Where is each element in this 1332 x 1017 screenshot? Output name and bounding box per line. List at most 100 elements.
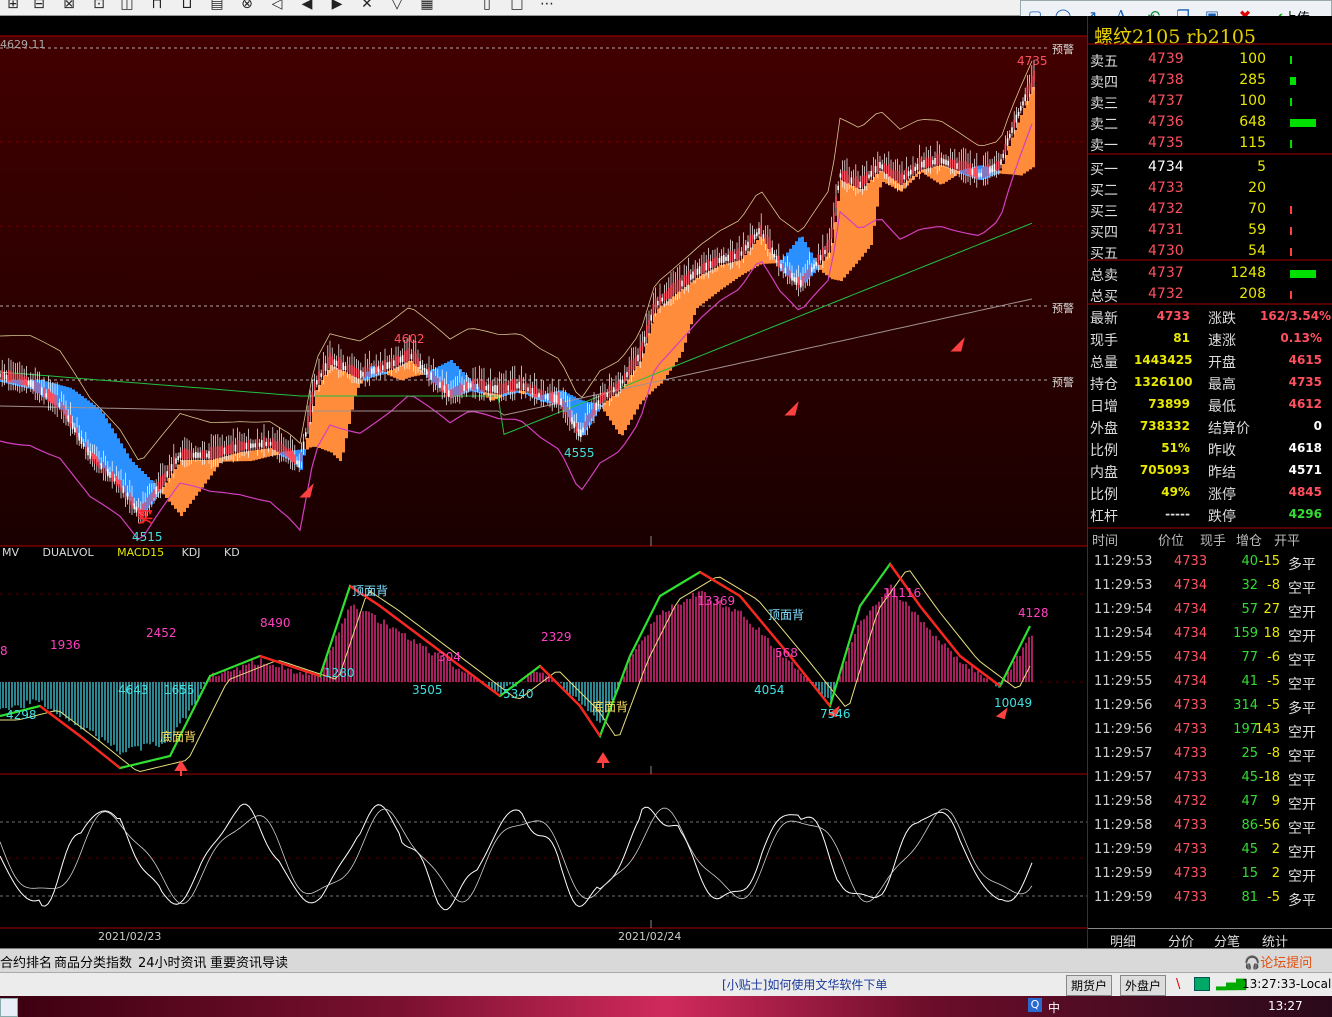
candle-body — [879, 161, 881, 169]
indicator-tab-macd15[interactable]: MACD15 — [117, 546, 164, 559]
candle-body — [892, 170, 894, 179]
indicator-tab-mv[interactable]: MV — [2, 546, 19, 559]
metric-value: 49% — [1161, 485, 1190, 499]
toolbar-icon-17[interactable]: □ — [506, 0, 528, 12]
headset-icon: 🎧 — [1244, 956, 1261, 971]
tab-24h-news[interactable]: 24小时资讯 — [138, 952, 207, 971]
toolbar-icon-11[interactable]: ◀ — [296, 0, 318, 12]
candle-body — [943, 159, 945, 164]
more-icon[interactable]: ⋯ — [536, 0, 558, 12]
indicator-tab-kdj[interactable]: KDJ — [182, 546, 201, 559]
macd-down-segment — [54, 716, 61, 722]
trade-cell: 11:29:57 — [1094, 770, 1153, 785]
book-row[interactable]: 卖四 4738 285 — [1090, 71, 1330, 92]
candle-body — [905, 168, 908, 181]
book-row[interactable]: 总买 4732 208 — [1090, 285, 1330, 306]
book-row[interactable]: 买二 4733 20 — [1090, 179, 1330, 200]
ribbon-segment — [483, 392, 486, 395]
chart-panel[interactable]: 4629.11 预警 预警 预警 4735 4602 4515 4555 买 M… — [0, 16, 1087, 948]
toolbar-icon-12[interactable]: ▶ — [326, 0, 348, 12]
trade-cell: 2 — [1271, 842, 1280, 857]
macd-down-segment — [889, 563, 896, 572]
candle-body — [25, 376, 28, 387]
book-row[interactable]: 卖一 4735 115 — [1090, 134, 1330, 155]
candle-body — [289, 448, 292, 461]
metric-label: 结算价 — [1208, 421, 1250, 437]
book-volume: 1248 — [1230, 265, 1266, 281]
ribbon-segment — [819, 264, 822, 270]
trade-header: 时间 — [1092, 534, 1119, 549]
toolbar-icon-6[interactable]: ⊓ — [146, 0, 168, 12]
book-row[interactable]: 卖五 4739 100 — [1090, 50, 1330, 71]
toolbar-icon-3[interactable]: ⊠ — [58, 0, 80, 12]
trade-cell: 4734 — [1174, 626, 1208, 641]
tip-link[interactable]: [小贴士]如何使用文华软件下单 — [722, 976, 887, 993]
ribbon-segment — [735, 261, 738, 279]
macd-down-segment — [414, 631, 421, 637]
candle-body — [628, 366, 630, 376]
trade-cell: 4734 — [1174, 674, 1208, 689]
indicator-tab-dualvol[interactable]: DUALVOL — [43, 546, 94, 559]
input-method-icon[interactable]: Q — [1028, 998, 1042, 1012]
candle-body — [551, 390, 553, 404]
toolbar-icon-14[interactable]: ▽ — [386, 0, 408, 12]
toolbar-icon-2[interactable]: ⊟ — [28, 0, 50, 12]
trade-cell: 4732 — [1174, 794, 1208, 809]
metric-label: 比例 — [1090, 443, 1118, 459]
candle-body — [355, 368, 358, 378]
book-row[interactable]: 买一 4734 5 — [1090, 158, 1330, 179]
book-row[interactable]: 买五 4730 54 — [1090, 242, 1330, 263]
toolbar-icon-13[interactable]: ✕ — [356, 0, 378, 12]
book-row[interactable]: 卖三 4737 100 — [1090, 92, 1330, 113]
foreign-account-button[interactable]: 外盘户 — [1120, 975, 1167, 996]
candle-body — [665, 291, 668, 300]
candle-body — [632, 358, 635, 370]
book-row[interactable]: 买三 4732 70 — [1090, 200, 1330, 221]
candle-body — [245, 442, 248, 450]
candle-body — [228, 444, 230, 455]
quote-panel: 螺纹2105 rb2105 卖五 4739 100 卖四 4738 285 卖三 4737 10… — [1087, 16, 1332, 950]
toolbar-icon-8[interactable]: ▤ — [206, 0, 228, 12]
toolbar-icon-1[interactable]: ⊞ — [2, 0, 24, 12]
macd-label: 10049 — [994, 696, 1033, 710]
macd-down-segment — [594, 727, 601, 737]
tab-category-index[interactable]: 商品分类指数 — [54, 952, 132, 971]
trade-cell: 11:29:59 — [1094, 890, 1153, 905]
volume-bar — [1290, 270, 1316, 278]
toolbar-icon-7[interactable]: ⊔ — [176, 0, 198, 12]
tab-contract-ranking[interactable]: 合约排名 — [0, 952, 52, 971]
candle-body — [511, 379, 514, 393]
trade-cell: 11:29:53 — [1094, 554, 1153, 569]
forum-link[interactable]: 🎧论坛提问 — [1244, 952, 1312, 971]
ribbon-segment — [909, 178, 912, 183]
indicator-tab-kd[interactable]: KD — [224, 546, 240, 559]
kline-chart[interactable] — [0, 16, 1087, 948]
start-icon[interactable] — [0, 998, 18, 1017]
toolbar-icon-15[interactable]: ▦ — [416, 0, 438, 12]
toolbar-icon-9[interactable]: ⊗ — [236, 0, 258, 12]
tab-key-news[interactable]: 重要资讯导读 — [210, 952, 288, 971]
toolbar-icon-16[interactable]: ▯ — [476, 0, 498, 12]
candle-body — [509, 381, 512, 392]
candle-body — [1024, 94, 1026, 102]
candle-body — [3, 371, 6, 380]
macd-down-segment — [589, 720, 596, 730]
toolbar-icon-4[interactable]: ⊡ — [88, 0, 110, 12]
macd-down-segment — [984, 673, 991, 680]
candle-body — [56, 395, 58, 409]
candle-body — [531, 388, 534, 395]
toolbar-icon-10[interactable]: ◁ — [266, 0, 288, 12]
macd-down-segment — [974, 666, 981, 672]
candle-body — [588, 413, 591, 423]
book-row[interactable]: 卖二 4736 648 — [1090, 113, 1330, 134]
book-row[interactable]: 买四 4731 59 — [1090, 221, 1330, 242]
toolbar-icon-5[interactable]: ◫ — [116, 0, 138, 12]
trade-row: 11:29:55 4734 77 -6 空平 — [1090, 646, 1330, 670]
date-label-2: 2021/02/24 — [618, 930, 682, 943]
book-row[interactable]: 总卖 4737 1248 — [1090, 264, 1330, 285]
candle-body — [329, 352, 331, 366]
candle-body — [496, 385, 498, 394]
trade-cell: 4733 — [1174, 770, 1208, 785]
futures-account-button[interactable]: 期货户 — [1066, 975, 1113, 996]
language-indicator[interactable]: 中 — [1048, 999, 1060, 1016]
